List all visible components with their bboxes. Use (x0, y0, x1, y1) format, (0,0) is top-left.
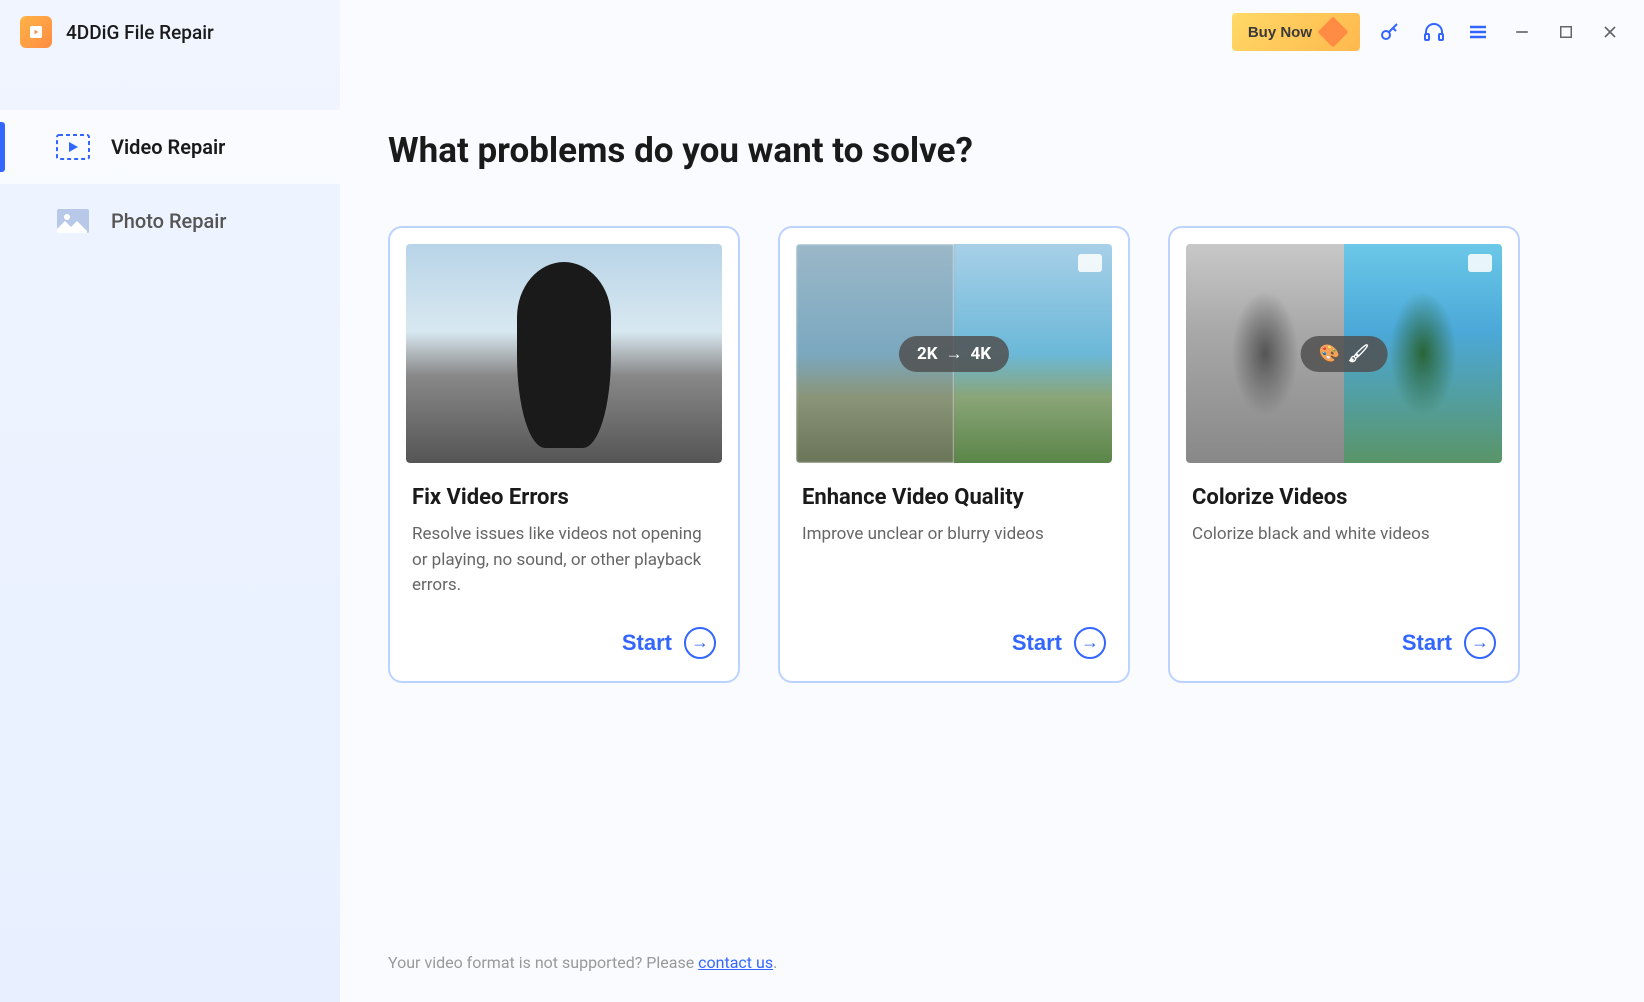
card-description: Improve unclear or blurry videos (802, 522, 1106, 599)
start-label: Start (622, 630, 672, 656)
card-title: Enhance Video Quality (802, 485, 1106, 510)
card-footer: Start → (1170, 617, 1518, 681)
app-container: Video Repair Photo Repair What problems … (0, 0, 1644, 1002)
card-fix-video-errors: Fix Video Errors Resolve issues like vid… (388, 226, 740, 683)
camera-icon (1078, 254, 1102, 272)
sidebar-item-label: Photo Repair (111, 209, 226, 233)
buy-now-label: Buy Now (1248, 24, 1312, 41)
arrow-right-icon: → (684, 627, 716, 659)
badge-right: 4K (971, 344, 992, 364)
start-label: Start (1402, 630, 1452, 656)
card-body: Colorize Videos Colorize black and white… (1170, 463, 1518, 617)
video-repair-icon (55, 132, 91, 162)
colorize-badge: 🎨 🖌 (1301, 336, 1388, 372)
badge-left: 2K (917, 344, 938, 364)
menu-icon[interactable] (1464, 18, 1492, 46)
brush-icon: 🖌 (1348, 344, 1370, 364)
card-title: Colorize Videos (1192, 485, 1496, 510)
titlebar-right: Buy Now (1232, 13, 1624, 51)
main-content: What problems do you want to solve? Fix … (340, 0, 1644, 1002)
close-button[interactable] (1596, 18, 1624, 46)
footer-prompt: Your video format is not supported? Plea… (388, 953, 698, 972)
start-button[interactable]: Start → (1012, 627, 1106, 659)
sidebar-item-label: Video Repair (111, 135, 225, 159)
card-description: Resolve issues like videos not opening o… (412, 522, 716, 599)
photo-repair-icon (55, 206, 91, 236)
maximize-button[interactable] (1552, 18, 1580, 46)
card-body: Enhance Video Quality Improve unclear or… (780, 463, 1128, 617)
minimize-button[interactable] (1508, 18, 1536, 46)
start-button[interactable]: Start → (622, 627, 716, 659)
card-footer: Start → (780, 617, 1128, 681)
app-logo-icon (20, 16, 52, 48)
contact-us-link[interactable]: contact us (698, 953, 773, 972)
arrow-right-icon: → (1074, 627, 1106, 659)
card-image: 2K → 4K (780, 228, 1128, 463)
card-enhance-video-quality: 2K → 4K Enhance Video Quality Improve un… (778, 226, 1130, 683)
sidebar-item-video-repair[interactable]: Video Repair (0, 110, 340, 184)
footer-text: Your video format is not supported? Plea… (388, 953, 777, 972)
titlebar: 4DDiG File Repair Buy Now (0, 0, 1644, 64)
start-label: Start (1012, 630, 1062, 656)
palette-icon: 🎨 (1319, 344, 1340, 364)
card-thumbnail: 2K → 4K (796, 244, 1112, 463)
card-title: Fix Video Errors (412, 485, 716, 510)
footer-suffix: . (773, 953, 777, 972)
main-heading: What problems do you want to solve? (388, 130, 1596, 171)
diamond-icon (1317, 16, 1348, 47)
sidebar: Video Repair Photo Repair (0, 0, 340, 1002)
titlebar-left: 4DDiG File Repair (20, 16, 214, 48)
card-thumbnail: 🎨 🖌 (1186, 244, 1502, 463)
buy-now-button[interactable]: Buy Now (1232, 13, 1360, 51)
card-thumbnail (406, 244, 722, 463)
card-colorize-videos: 🎨 🖌 Colorize Videos Colorize black and w… (1168, 226, 1520, 683)
key-icon[interactable] (1376, 18, 1404, 46)
sidebar-item-photo-repair[interactable]: Photo Repair (0, 184, 340, 258)
start-button[interactable]: Start → (1402, 627, 1496, 659)
arrow-icon: → (946, 344, 963, 364)
camera-icon (1468, 254, 1492, 272)
arrow-right-icon: → (1464, 627, 1496, 659)
card-footer: Start → (390, 617, 738, 681)
resolution-badge: 2K → 4K (899, 336, 1009, 372)
app-title: 4DDiG File Repair (66, 21, 214, 44)
card-image (390, 228, 738, 463)
card-description: Colorize black and white videos (1192, 522, 1496, 599)
card-body: Fix Video Errors Resolve issues like vid… (390, 463, 738, 617)
headphones-icon[interactable] (1420, 18, 1448, 46)
card-image: 🎨 🖌 (1170, 228, 1518, 463)
cards-grid: Fix Video Errors Resolve issues like vid… (388, 226, 1596, 683)
